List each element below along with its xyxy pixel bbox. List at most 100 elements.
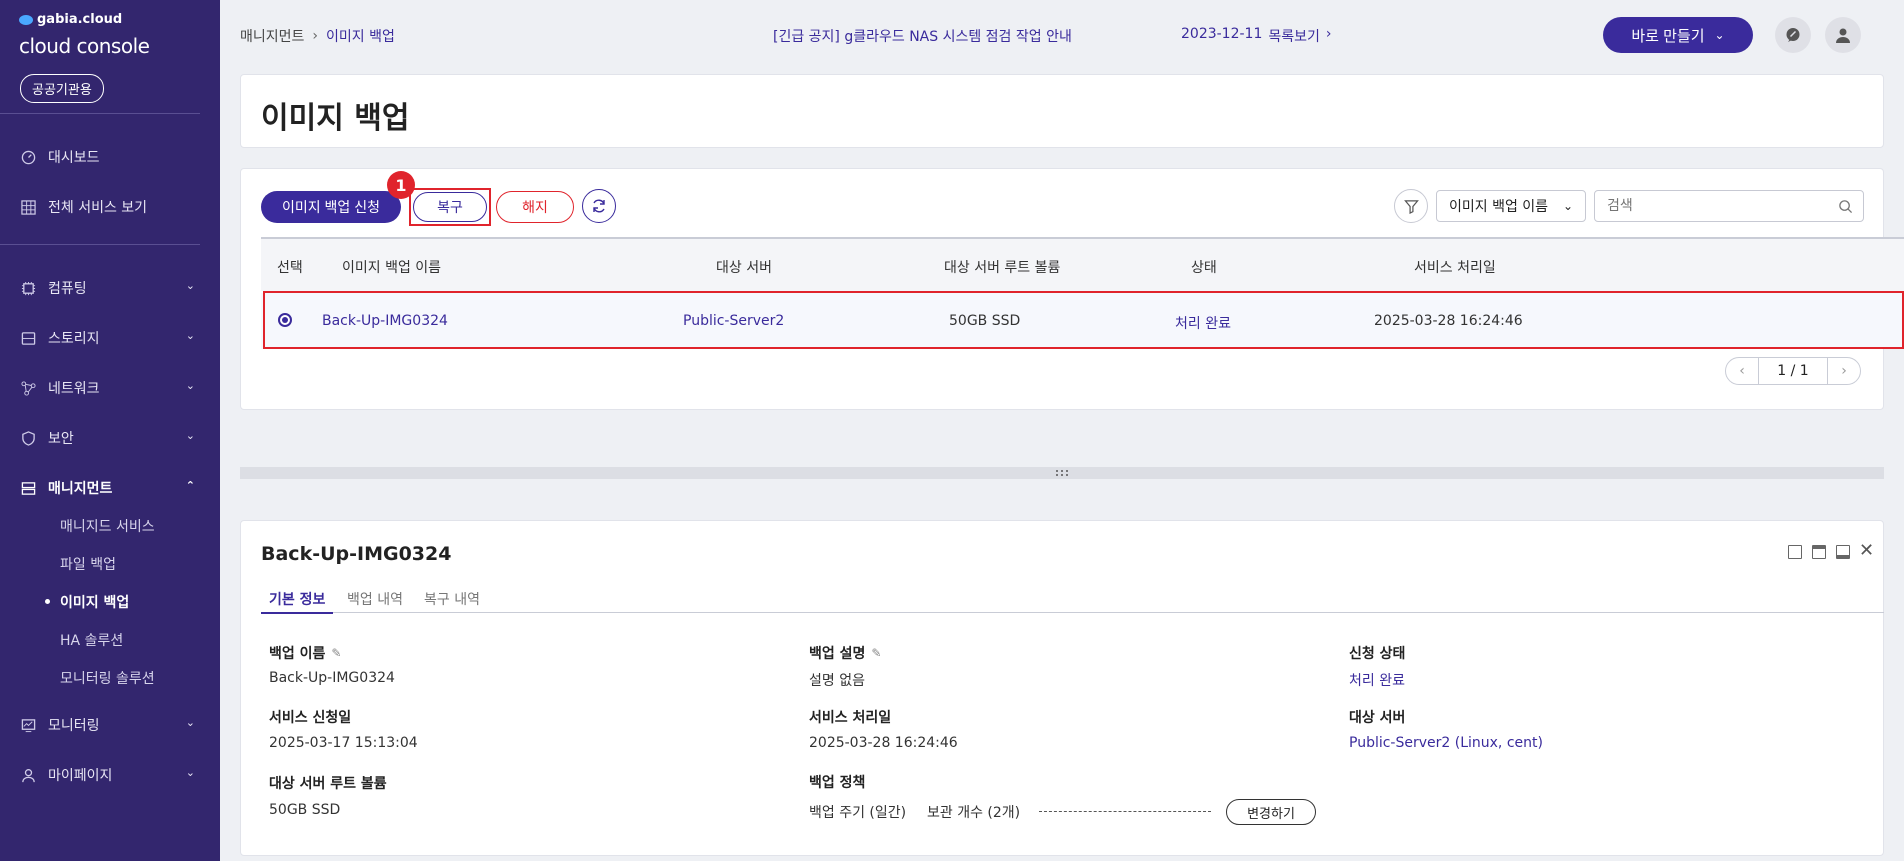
chevron-down-icon: ⌄ [185,429,195,442]
sidebar-sub-monitoring-solution[interactable]: 모니터링 솔루션 [60,668,155,688]
sidebar-item-label: 보안 [48,431,74,447]
field-label: 백업 이름 [269,646,326,662]
sidebar-item-label: 전체 서비스 보기 [48,200,148,216]
service-processed-label: 서비스 처리일 [809,710,892,726]
filter-button[interactable] [1394,189,1428,223]
sidebar-item-storage[interactable]: 스토리지 ⌄ [20,328,195,348]
chevron-down-icon: ⌄ [185,329,195,342]
next-page-button[interactable]: › [1828,358,1860,384]
chevron-down-icon: ⌄ [185,766,195,779]
prev-page-button[interactable]: ‹ [1726,358,1758,384]
quick-create-button[interactable]: 바로 만들기 ⌄ [1603,17,1753,53]
sidebar-item-security[interactable]: 보안 ⌄ [20,428,195,448]
server-icon [20,480,36,496]
column-header[interactable]: 대상 서버 루트 볼륨 [944,257,1060,277]
sidebar-divider [0,244,200,245]
policy-dotted-line [1039,811,1211,812]
backup-desc-value: 설명 없음 [809,673,865,689]
target-server-label: 대상 서버 [1349,710,1406,726]
sidebar-item-mypage[interactable]: 마이페이지 ⌄ [20,765,195,785]
sidebar-divider [0,113,200,114]
close-icon[interactable]: ✕ [1859,540,1874,561]
detail-tabs: 기본 정보 백업 내역 복구 내역 [261,589,1884,614]
search-field-select[interactable]: 이미지 백업 이름 ⌄ [1436,190,1586,222]
top-panel-icon[interactable] [1812,545,1826,559]
column-header[interactable]: 서비스 처리일 [1414,257,1496,277]
cloud-icon [19,14,33,25]
chevron-down-icon: ⌄ [1562,199,1573,213]
root-volume-value: 50GB SSD [269,802,341,818]
page-indicator: 1 / 1 [1758,358,1828,384]
chevron-up-icon: ⌃ [185,479,195,492]
sidebar-sub-image-backup[interactable]: 이미지 백업 [44,592,129,612]
notice-link[interactable]: [긴급 공지] g클라우드 NAS 시스템 점검 작업 안내 [773,26,1072,46]
column-header[interactable]: 상태 [1191,257,1217,277]
search-icon[interactable] [1838,199,1853,214]
tab-restore-history[interactable]: 복구 내역 [424,589,480,613]
breadcrumb-item[interactable]: 매니지먼트 [240,26,304,46]
bottom-panel-icon[interactable] [1836,545,1850,559]
service-processed-value: 2025-03-28 16:24:46 [809,735,958,751]
tab-basic-info[interactable]: 기본 정보 [261,589,334,614]
change-policy-button[interactable]: 변경하기 [1226,799,1316,825]
sidebar-item-label: 네트워크 [48,381,100,397]
sidebar-item-dashboard[interactable]: 대시보드 [20,147,195,167]
sidebar-sub-ha-solution[interactable]: HA 솔루션 [60,630,123,650]
filter-icon [1403,199,1419,214]
detail-card: Back-Up-IMG0324 ✕ 기본 정보 백업 내역 복구 내역 백업 이… [240,520,1884,856]
column-header[interactable]: 이미지 백업 이름 [342,257,441,277]
profile-button[interactable] [1825,17,1861,53]
grid-icon [20,199,36,215]
notice-list-link[interactable]: 목록보기 [1268,26,1320,46]
backup-desc-label: 백업 설명 ✎ [809,643,881,663]
backup-name-label: 백업 이름 ✎ [269,643,341,663]
sidebar-item-network[interactable]: 네트워크 ⌄ [20,378,195,398]
pencil-icon[interactable]: ✎ [871,646,881,660]
sidebar-sub-file-backup[interactable]: 파일 백업 [60,554,116,574]
chat-icon [1786,28,1800,42]
refresh-icon [593,199,605,213]
chevron-down-icon: ⌄ [185,279,195,292]
breadcrumb-current: 이미지 백업 [326,29,395,45]
sidebar-item-management[interactable]: 매니지먼트 ⌃ [20,478,195,498]
sidebar-item-label: 마이페이지 [48,768,113,784]
notice-date: 2023-12-11 [1181,26,1263,42]
sidebar-item-label: 모니터링 [48,718,100,734]
chevron-down-icon: ⌄ [1714,28,1725,42]
tab-backup-history[interactable]: 백업 내역 [347,589,403,613]
step-badge: 1 [387,171,415,199]
sidebar-item-computing[interactable]: 컴퓨팅 ⌄ [20,278,195,298]
drag-handle-icon [1056,470,1068,476]
sidebar-sub-managed-service[interactable]: 매니지드 서비스 [60,516,155,536]
chip-icon [20,280,36,296]
top-bar: 매니지먼트 › 이미지 백업 [긴급 공지] g클라우드 NAS 시스템 점검 … [220,0,1904,70]
public-sector-badge[interactable]: 공공기관용 [20,74,104,103]
apply-backup-button[interactable]: 이미지 백업 신청 [261,191,401,223]
pencil-icon[interactable]: ✎ [331,646,341,660]
split-view-icon[interactable] [1788,545,1802,559]
service-applied-value: 2025-03-17 15:13:04 [269,735,418,751]
backup-cycle-value: 백업 주기 (일간) [809,805,907,821]
brand-logo[interactable]: gabia.cloud [19,12,122,27]
restore-button[interactable]: 복구 [413,192,487,222]
shield-icon [20,430,36,446]
panel-resize-handle[interactable] [240,467,1884,479]
search-field-select-value: 이미지 백업 이름 [1449,199,1549,215]
target-server-link[interactable]: Public-Server2 (Linux, cent) [1349,735,1543,751]
apply-status-label: 신청 상태 [1349,646,1406,662]
column-header[interactable]: 대상 서버 [716,257,772,277]
search-input[interactable] [1595,191,1863,221]
chat-button[interactable] [1775,17,1811,53]
sidebar-item-monitoring[interactable]: 모니터링 ⌄ [20,715,195,735]
cancel-button[interactable]: 해지 [496,191,574,223]
sidebar-item-label: 매니지먼트 [48,481,113,497]
backup-name-value: Back-Up-IMG0324 [269,670,395,686]
quick-create-label: 바로 만들기 [1631,27,1705,45]
user-icon [1836,28,1850,43]
brand-title[interactable]: cloud console [19,34,150,58]
apply-status-value: 처리 완료 [1349,673,1405,689]
refresh-button[interactable] [582,189,616,223]
chevron-down-icon: ⌄ [185,716,195,729]
sidebar-item-label: 대시보드 [48,150,100,166]
sidebar-item-all-services[interactable]: 전체 서비스 보기 [20,197,195,217]
